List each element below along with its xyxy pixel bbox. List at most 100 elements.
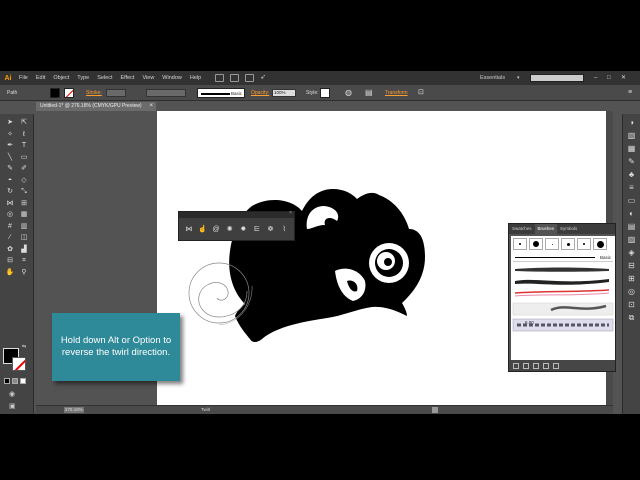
- menu-edit[interactable]: Edit: [32, 71, 49, 85]
- minimize-button[interactable]: –: [594, 71, 597, 85]
- width-icon[interactable]: ⋈: [4, 198, 16, 210]
- transparency-panel-icon[interactable]: ◐: [626, 209, 637, 219]
- recolor-artwork-icon[interactable]: ◍: [345, 85, 352, 101]
- tab-brushes[interactable]: Brushes: [534, 224, 558, 234]
- brush-libraries-icon[interactable]: [513, 362, 519, 369]
- magic-wand-icon[interactable]: ✧: [4, 129, 16, 141]
- graphic-style-swatch[interactable]: [320, 88, 330, 98]
- stroke-panel-icon[interactable]: ≡: [626, 183, 637, 193]
- variable-width-profile-dropdown[interactable]: [146, 89, 186, 97]
- selection-icon[interactable]: ➤: [4, 117, 16, 129]
- bridge-icon[interactable]: [215, 74, 225, 82]
- wrinkle-tool-icon[interactable]: ⌇: [280, 225, 289, 234]
- pucker-tool-icon[interactable]: ✺: [225, 225, 234, 234]
- twirl-tool-icon[interactable]: @: [212, 225, 221, 234]
- zoom-icon[interactable]: ⚲: [18, 267, 30, 279]
- color-guide-icon[interactable]: ▧: [626, 131, 637, 141]
- warp-tool-icon[interactable]: ☝: [198, 225, 207, 234]
- links-panel-icon[interactable]: ⧉: [626, 313, 637, 323]
- isolate-selected-icon[interactable]: ⊡: [418, 85, 424, 101]
- flyout-title-bar[interactable]: ×: [179, 210, 294, 218]
- stock-icon[interactable]: [230, 74, 240, 82]
- align-icon[interactable]: ▤: [365, 85, 373, 101]
- menu-select[interactable]: Select: [93, 71, 116, 85]
- close-button[interactable]: ✕: [621, 71, 626, 85]
- draw-mode-icon[interactable]: ◉: [9, 390, 15, 398]
- brush-swatch[interactable]: [577, 238, 591, 250]
- tab-symbols[interactable]: Symbols: [557, 224, 580, 234]
- rectangle-icon[interactable]: ▭: [18, 152, 30, 164]
- brush-swatch[interactable]: [593, 238, 607, 250]
- layers-panel-icon[interactable]: ◈: [626, 248, 637, 258]
- symbols-panel-icon[interactable]: ♣: [626, 170, 637, 180]
- free-transform-icon[interactable]: ⊞: [18, 198, 30, 210]
- align-panel-icon[interactable]: ⊞: [626, 274, 637, 284]
- arrange-documents-icon[interactable]: [245, 74, 255, 82]
- menu-object[interactable]: Object: [49, 71, 73, 85]
- opacity-field[interactable]: 100%: [272, 89, 296, 97]
- stroke-color-box[interactable]: [12, 357, 26, 371]
- workspace-switcher[interactable]: Essentials: [480, 71, 505, 85]
- paintbrush-icon[interactable]: ✎: [4, 163, 16, 175]
- panel-menu-icon[interactable]: ≡: [628, 85, 632, 101]
- crystallize-tool-icon[interactable]: ☸: [266, 225, 275, 234]
- eraser-icon[interactable]: ◇: [18, 175, 30, 187]
- blob-brush-icon[interactable]: ◓: [4, 175, 16, 187]
- tab-swatches[interactable]: Swatches: [509, 224, 535, 234]
- artboards-panel-icon[interactable]: ⊟: [626, 261, 637, 271]
- search-input[interactable]: [530, 74, 584, 82]
- brush-swatch[interactable]: [529, 238, 543, 250]
- chevron-down-icon[interactable]: ▾: [517, 71, 520, 85]
- menu-view[interactable]: View: [138, 71, 158, 85]
- gradient-icon[interactable]: ▥: [18, 221, 30, 233]
- menu-file[interactable]: File: [15, 71, 32, 85]
- none-mode-icon[interactable]: [20, 378, 26, 384]
- symbol-sprayer-icon[interactable]: ✿: [4, 244, 16, 256]
- rotate-icon[interactable]: ↻: [4, 186, 16, 198]
- scale-icon[interactable]: ⤡: [18, 186, 30, 198]
- color-panel-icon[interactable]: ◑: [626, 118, 637, 128]
- swap-colors-icon[interactable]: ⇆: [22, 344, 26, 350]
- transform-panel-link[interactable]: Transform: [385, 85, 408, 101]
- brush-swatch[interactable]: [545, 238, 559, 250]
- perspective-icon[interactable]: ▦: [18, 209, 30, 221]
- stroke-panel-link[interactable]: Stroke:: [86, 85, 102, 101]
- close-icon[interactable]: ×: [149, 102, 153, 111]
- menu-effect[interactable]: Effect: [117, 71, 139, 85]
- maximize-button[interactable]: □: [607, 71, 611, 85]
- new-brush-icon[interactable]: [543, 362, 549, 369]
- stroke-weight-field[interactable]: [106, 89, 126, 97]
- blend-icon[interactable]: ◫: [18, 232, 30, 244]
- remove-stroke-icon[interactable]: [523, 362, 529, 369]
- mesh-icon[interactable]: #: [4, 221, 16, 233]
- transform-panel-icon[interactable]: ⊡: [626, 300, 637, 310]
- pathfinder-panel-icon[interactable]: ◎: [626, 287, 637, 297]
- menu-help[interactable]: Help: [186, 71, 205, 85]
- pencil-icon[interactable]: ✐: [18, 163, 30, 175]
- gradient-mode-icon[interactable]: [12, 378, 18, 384]
- scallop-tool-icon[interactable]: ⋿: [252, 225, 261, 234]
- swatches-panel-icon[interactable]: ▦: [626, 144, 637, 154]
- graph-icon[interactable]: ▟: [18, 244, 30, 256]
- menu-window[interactable]: Window: [158, 71, 186, 85]
- line-icon[interactable]: ╲: [4, 152, 16, 164]
- brush-swatch[interactable]: [561, 238, 575, 250]
- screen-mode-icon[interactable]: ▣: [9, 402, 16, 410]
- hand-icon[interactable]: ✋: [4, 267, 16, 279]
- gpu-performance-icon[interactable]: ➶: [260, 74, 266, 82]
- menu-type[interactable]: Type: [73, 71, 93, 85]
- current-tool-status[interactable]: Twirl: [201, 406, 210, 414]
- slice-icon[interactable]: ⌗: [18, 255, 30, 267]
- gradient-panel-icon[interactable]: ▭: [626, 196, 637, 206]
- opacity-panel-link[interactable]: Opacity:: [251, 85, 269, 101]
- delete-brush-icon[interactable]: [553, 362, 559, 369]
- horizontal-scrollbar[interactable]: [432, 407, 438, 413]
- type-icon[interactable]: T: [18, 140, 30, 152]
- zoom-level-field[interactable]: 276.18%: [64, 407, 84, 413]
- appearance-panel-icon[interactable]: ▤: [626, 222, 637, 232]
- pen-icon[interactable]: ✒: [4, 140, 16, 152]
- brushes-panel-icon[interactable]: ✎: [626, 157, 637, 167]
- shape-builder-icon[interactable]: ◎: [4, 209, 16, 221]
- brush-options-icon[interactable]: [533, 362, 539, 369]
- eyedropper-icon[interactable]: ⁄: [4, 232, 16, 244]
